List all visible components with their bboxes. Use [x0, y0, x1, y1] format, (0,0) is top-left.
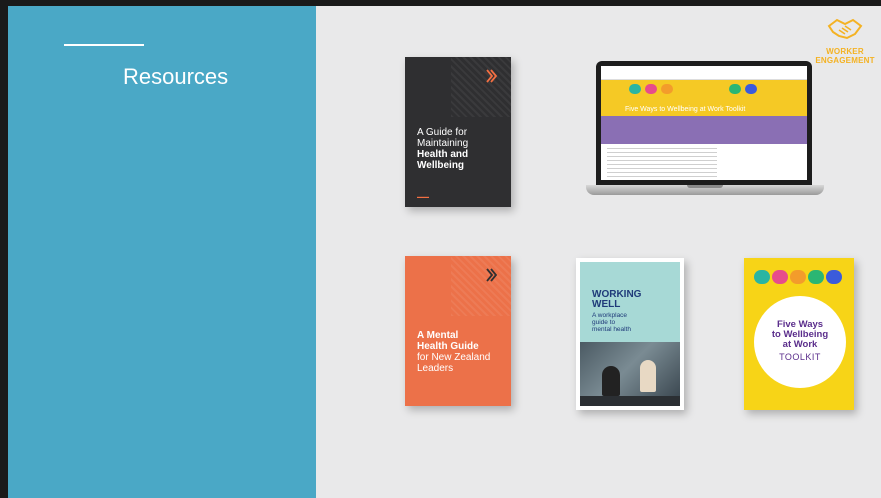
book-footer: ▬▬▬: [417, 194, 429, 199]
guide-health-wellbeing-book: A Guide for Maintaining Health and Wellb…: [405, 57, 511, 207]
book-title-line2: Maintaining: [417, 138, 469, 149]
chevron-logo-icon: [486, 268, 498, 282]
book-title-line4: TOOLKIT: [779, 352, 821, 362]
book-title-line2: Health Guide: [417, 341, 479, 352]
book-title-line3: Health and: [417, 149, 469, 160]
logo-text-line1: WORKER: [826, 47, 864, 56]
working-well-book: WORKING WELL A workplace guide to mental…: [576, 258, 684, 410]
book-title-line3: at Work: [782, 339, 818, 350]
book-title-line2: WELL: [592, 299, 621, 310]
slide-title: Resources: [123, 64, 229, 89]
website-screenshot: Five Ways to Wellbeing at Work Toolkit: [601, 66, 807, 180]
mental-health-guide-book: A Mental Health Guide for New Zealand Le…: [405, 256, 511, 406]
book-title-line4: Wellbeing: [417, 160, 465, 171]
logo-text-line2: ENGAGEMENT: [815, 56, 875, 65]
office-photo: [580, 342, 680, 406]
five-ways-toolkit-book: Five Ways to Wellbeing at Work TOOLKIT: [744, 258, 854, 410]
book-title-line4: Leaders: [417, 363, 454, 374]
book-subtitle-line1: A workplace: [592, 312, 628, 319]
book-title-line1: A Guide for: [417, 127, 468, 138]
worker-engagement-logo: WORKER ENGAGEMENT: [815, 16, 875, 65]
chevron-logo-icon: [486, 69, 498, 83]
slide: Resources WORKER ENGAGEMENT A Guide for …: [8, 6, 881, 498]
book-title-line3: for New Zealand: [417, 352, 491, 363]
book-subtitle-line2: guide to: [592, 319, 616, 326]
title-panel: Resources: [8, 6, 316, 498]
laptop-website-mockup: Five Ways to Wellbeing at Work Toolkit: [586, 61, 824, 199]
book-subtitle-line3: mental health: [592, 326, 632, 333]
book-title-line1: A Mental: [417, 330, 459, 341]
website-banner-text: Five Ways to Wellbeing at Work Toolkit: [625, 106, 746, 113]
handshake-icon: [827, 18, 863, 40]
accent-line: [64, 44, 144, 46]
